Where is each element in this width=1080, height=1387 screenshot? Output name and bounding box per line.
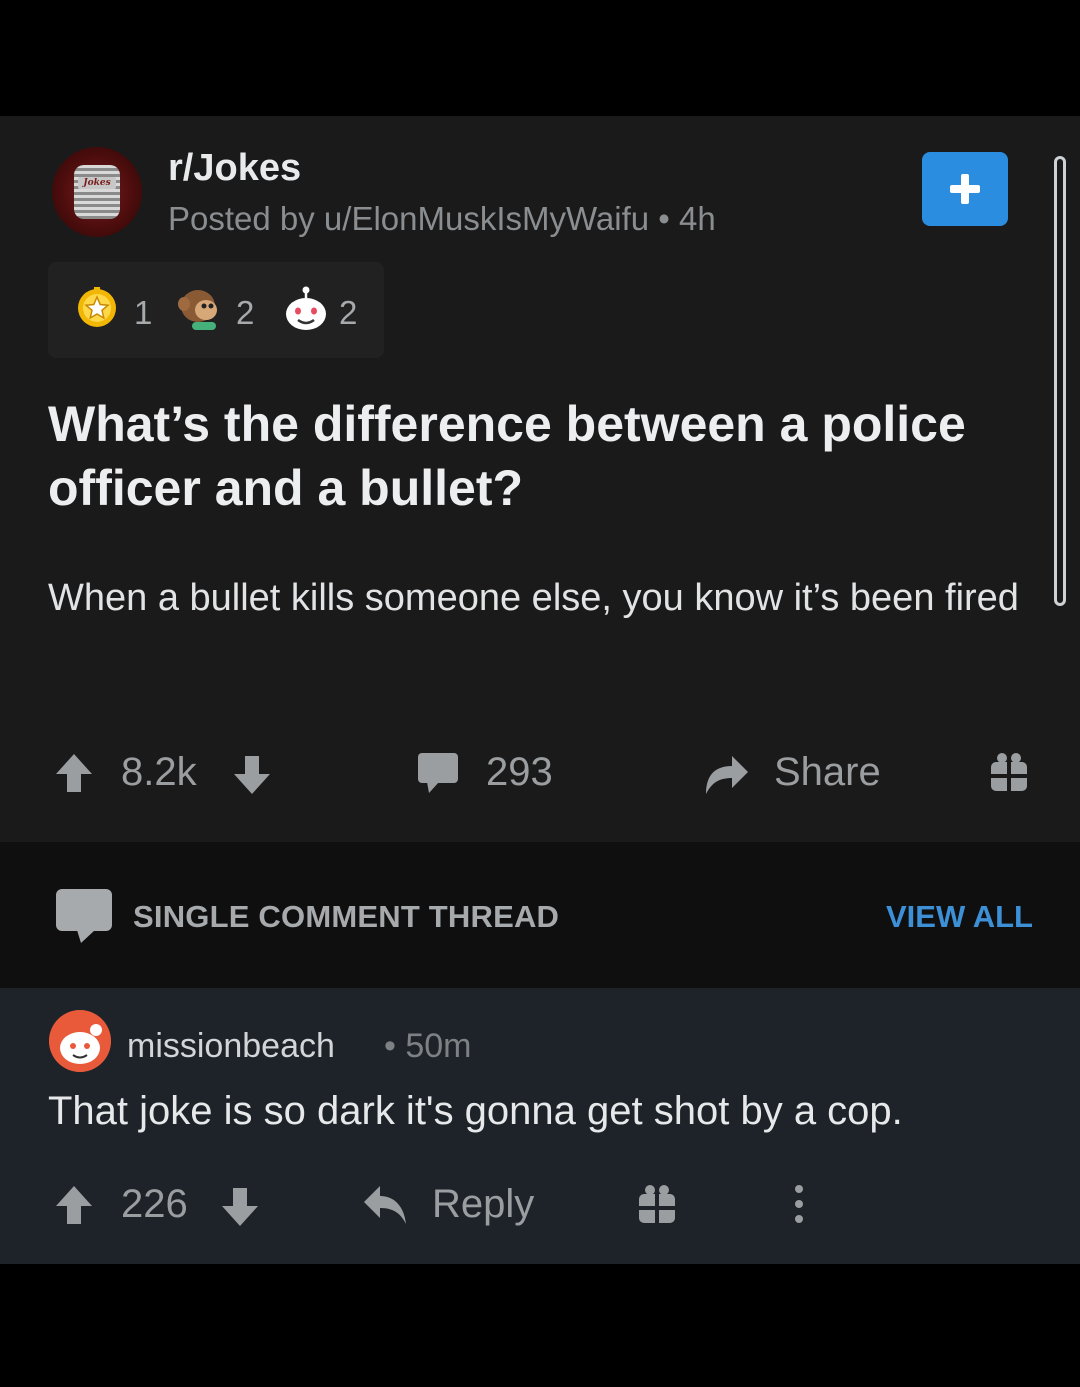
join-button[interactable] [922, 152, 1008, 226]
subreddit-avatar-label: Jokes [78, 177, 116, 189]
wholesome-award-icon [286, 286, 326, 330]
comment-upvote-icon[interactable] [54, 1184, 94, 1226]
award-count: 2 [236, 294, 255, 331]
downvote-icon[interactable] [232, 754, 272, 796]
post-score: 8.2k [121, 750, 197, 794]
gold-award-icon [78, 287, 116, 327]
upvote-icon[interactable] [54, 752, 94, 794]
more-options-icon[interactable] [792, 1184, 806, 1224]
monkey-award-icon [178, 290, 217, 330]
share-icon[interactable] [702, 748, 750, 796]
comment-thread-icon [56, 889, 112, 943]
award-count: 2 [339, 294, 358, 331]
post-title[interactable]: What’s the difference between a police o… [48, 392, 1028, 520]
award-count: 1 [134, 294, 153, 331]
comment-timestamp: • 50m [384, 1027, 472, 1065]
post-meta: Posted by u/ElonMuskIsMyWaifu • 4h [168, 200, 716, 237]
bottom-spacer [0, 1264, 1080, 1387]
reply-button[interactable]: Reply [432, 1180, 534, 1228]
microphone-icon [74, 165, 120, 219]
thread-label: SINGLE COMMENT THREAD [133, 899, 560, 934]
subreddit-name[interactable]: r/Jokes [168, 146, 301, 190]
comment-text: That joke is so dark it's gonna get shot… [48, 1089, 903, 1133]
snoo-avatar-icon [49, 1010, 111, 1072]
gift-award-icon[interactable] [990, 752, 1028, 792]
comment-count[interactable]: 293 [486, 748, 553, 796]
comment-icon[interactable] [417, 752, 459, 794]
comment-author[interactable]: missionbeach [127, 1025, 335, 1067]
reply-icon[interactable] [362, 1184, 408, 1228]
post-body: When a bullet kills someone else, you kn… [48, 577, 1019, 619]
comment-gift-award-icon[interactable] [638, 1184, 676, 1224]
comment-score: 226 [121, 1182, 188, 1226]
view-all-link[interactable]: VIEW ALL [886, 896, 1033, 938]
user-avatar[interactable] [49, 1010, 111, 1072]
subreddit-avatar[interactable]: Jokes [52, 147, 142, 237]
share-button[interactable]: Share [774, 748, 881, 796]
scrollbar[interactable] [1054, 156, 1066, 606]
comment-downvote-icon[interactable] [220, 1186, 260, 1228]
